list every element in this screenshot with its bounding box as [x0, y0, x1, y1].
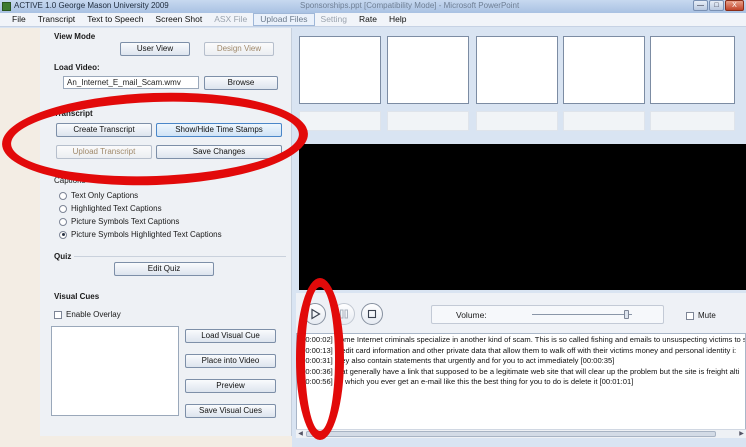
volume-slider-handle[interactable] [624, 310, 629, 319]
video-filename-field[interactable]: An_Internet_E_mail_Scam.wmv [63, 76, 199, 89]
caption-option-label: Text Only Captions [71, 191, 139, 200]
close-button[interactable]: X [725, 0, 744, 11]
show-hide-time-stamps-button[interactable]: Show/Hide Time Stamps [156, 123, 282, 137]
checkbox-icon[interactable] [686, 311, 694, 320]
minimize-button[interactable]: — [693, 0, 708, 11]
bottom-strip [40, 436, 292, 447]
caption-option-label: Picture Symbols Text Captions [71, 217, 180, 226]
preview-button[interactable]: Preview [185, 379, 276, 393]
place-into-video-button[interactable]: Place into Video [185, 354, 276, 368]
video-player[interactable] [299, 144, 746, 290]
user-view-button[interactable]: User View [120, 42, 190, 56]
save-visual-cues-button[interactable]: Save Visual Cues [185, 404, 276, 418]
menu-transcript[interactable]: Transcript [32, 13, 81, 26]
thumbnail-slot[interactable] [299, 36, 381, 104]
menu-bar: File Transcript Text to Speech Screen Sh… [0, 13, 746, 27]
radio-icon[interactable] [59, 217, 67, 226]
radio-icon[interactable] [59, 204, 67, 213]
play-icon [311, 308, 321, 320]
menu-screen-shot[interactable]: Screen Shot [149, 13, 208, 26]
menu-setting[interactable]: Setting [315, 13, 353, 26]
window-title: ACTIVE 1.0 George Mason University 2009 [14, 1, 169, 10]
transcript-line: [00:00:36] that generally have a link th… [299, 366, 740, 376]
design-view-button[interactable]: Design View [204, 42, 274, 56]
maximize-button[interactable]: □ [709, 0, 724, 11]
thumbnail-caption-strip [299, 111, 381, 131]
enable-overlay-label: Enable Overlay [66, 310, 121, 319]
thumbnail-caption-strip [387, 111, 469, 131]
stop-button[interactable] [361, 303, 383, 325]
volume-slider-track[interactable] [532, 314, 632, 315]
pause-icon [340, 309, 348, 319]
menu-file[interactable]: File [6, 13, 32, 26]
caption-option-label: Picture Symbols Highlighted Text Caption… [71, 230, 222, 239]
visual-cues-title: Visual Cues [54, 292, 100, 301]
transcript-section-title: Transcript [54, 109, 93, 118]
menu-rate[interactable]: Rate [353, 13, 383, 26]
checkbox-icon[interactable] [54, 310, 62, 319]
radio-icon[interactable] [59, 230, 67, 239]
load-visual-cue-button[interactable]: Load Visual Cue [185, 329, 276, 343]
transcript-line: [00:00:02] Some Internet criminals speci… [299, 335, 746, 344]
caption-option-text-only[interactable]: Text Only Captions [59, 191, 138, 200]
edit-quiz-button[interactable]: Edit Quiz [114, 262, 214, 276]
caption-option-highlighted[interactable]: Highlighted Text Captions [59, 204, 162, 213]
caption-option-label: Highlighted Text Captions [71, 204, 162, 213]
thumbnail-caption-strip [650, 111, 735, 131]
thumbnail-caption-strip [563, 111, 645, 131]
transcript-text-area[interactable]: [00:00:02] Some Internet criminals speci… [296, 333, 746, 438]
save-changes-button[interactable]: Save Changes [156, 145, 282, 159]
menu-text-to-speech[interactable]: Text to Speech [81, 13, 149, 26]
quiz-title: Quiz [54, 252, 72, 261]
mute-checkbox[interactable]: Mute [686, 311, 716, 320]
upload-transcript-button[interactable]: Upload Transcript [56, 145, 152, 159]
title-bar: ACTIVE 1.0 George Mason University 2009 … [0, 0, 746, 13]
radio-icon[interactable] [59, 191, 67, 200]
volume-label: Volume: [456, 310, 487, 320]
view-mode-title: View Mode [54, 32, 96, 41]
stop-icon [367, 309, 377, 319]
quiz-divider [74, 256, 286, 257]
left-desktop-edge [0, 28, 40, 447]
thumbnail-slot[interactable] [476, 36, 558, 104]
pause-button[interactable] [333, 303, 355, 325]
app-icon [2, 2, 11, 11]
browse-button[interactable]: Browse [204, 76, 278, 90]
scroll-right-icon[interactable]: ▶ [737, 430, 746, 438]
create-transcript-button[interactable]: Create Transcript [56, 123, 152, 137]
transcript-line: [00:00:56] so which you ever get an e-ma… [299, 377, 634, 387]
window-controls: — □ X [693, 0, 744, 12]
thumbnail-caption-strip [476, 111, 558, 131]
transcript-line: [00:00:31] they also contain statements … [299, 356, 615, 366]
caption-option-picture-symbols-highlighted[interactable]: Picture Symbols Highlighted Text Caption… [59, 230, 222, 239]
play-button[interactable] [304, 303, 326, 325]
caption-option-picture-symbols[interactable]: Picture Symbols Text Captions [59, 217, 179, 226]
transcript-line: [00:00:13] credit card information and o… [299, 345, 737, 355]
thumbnail-slot[interactable] [650, 36, 735, 104]
captions-title: Captions [54, 176, 86, 185]
mute-label: Mute [698, 311, 716, 320]
visual-cues-list[interactable] [51, 326, 179, 416]
thumbnail-slot[interactable] [563, 36, 645, 104]
scroll-left-icon[interactable]: ◀ [296, 430, 305, 438]
volume-control: Volume: [431, 305, 664, 324]
menu-upload-files[interactable]: Upload Files [253, 13, 315, 26]
enable-overlay-checkbox[interactable]: Enable Overlay [54, 310, 121, 319]
menu-asx-file[interactable]: ASX File [208, 13, 253, 26]
thumbnail-slot[interactable] [387, 36, 469, 104]
background-window-title: Sponsorships.ppt [Compatibility Mode] - … [300, 1, 520, 10]
scrollbar-thumb[interactable] [306, 431, 716, 437]
load-video-title: Load Video: [54, 63, 100, 72]
horizontal-scrollbar[interactable]: ◀ ▶ [296, 429, 746, 438]
menu-help[interactable]: Help [383, 13, 412, 26]
